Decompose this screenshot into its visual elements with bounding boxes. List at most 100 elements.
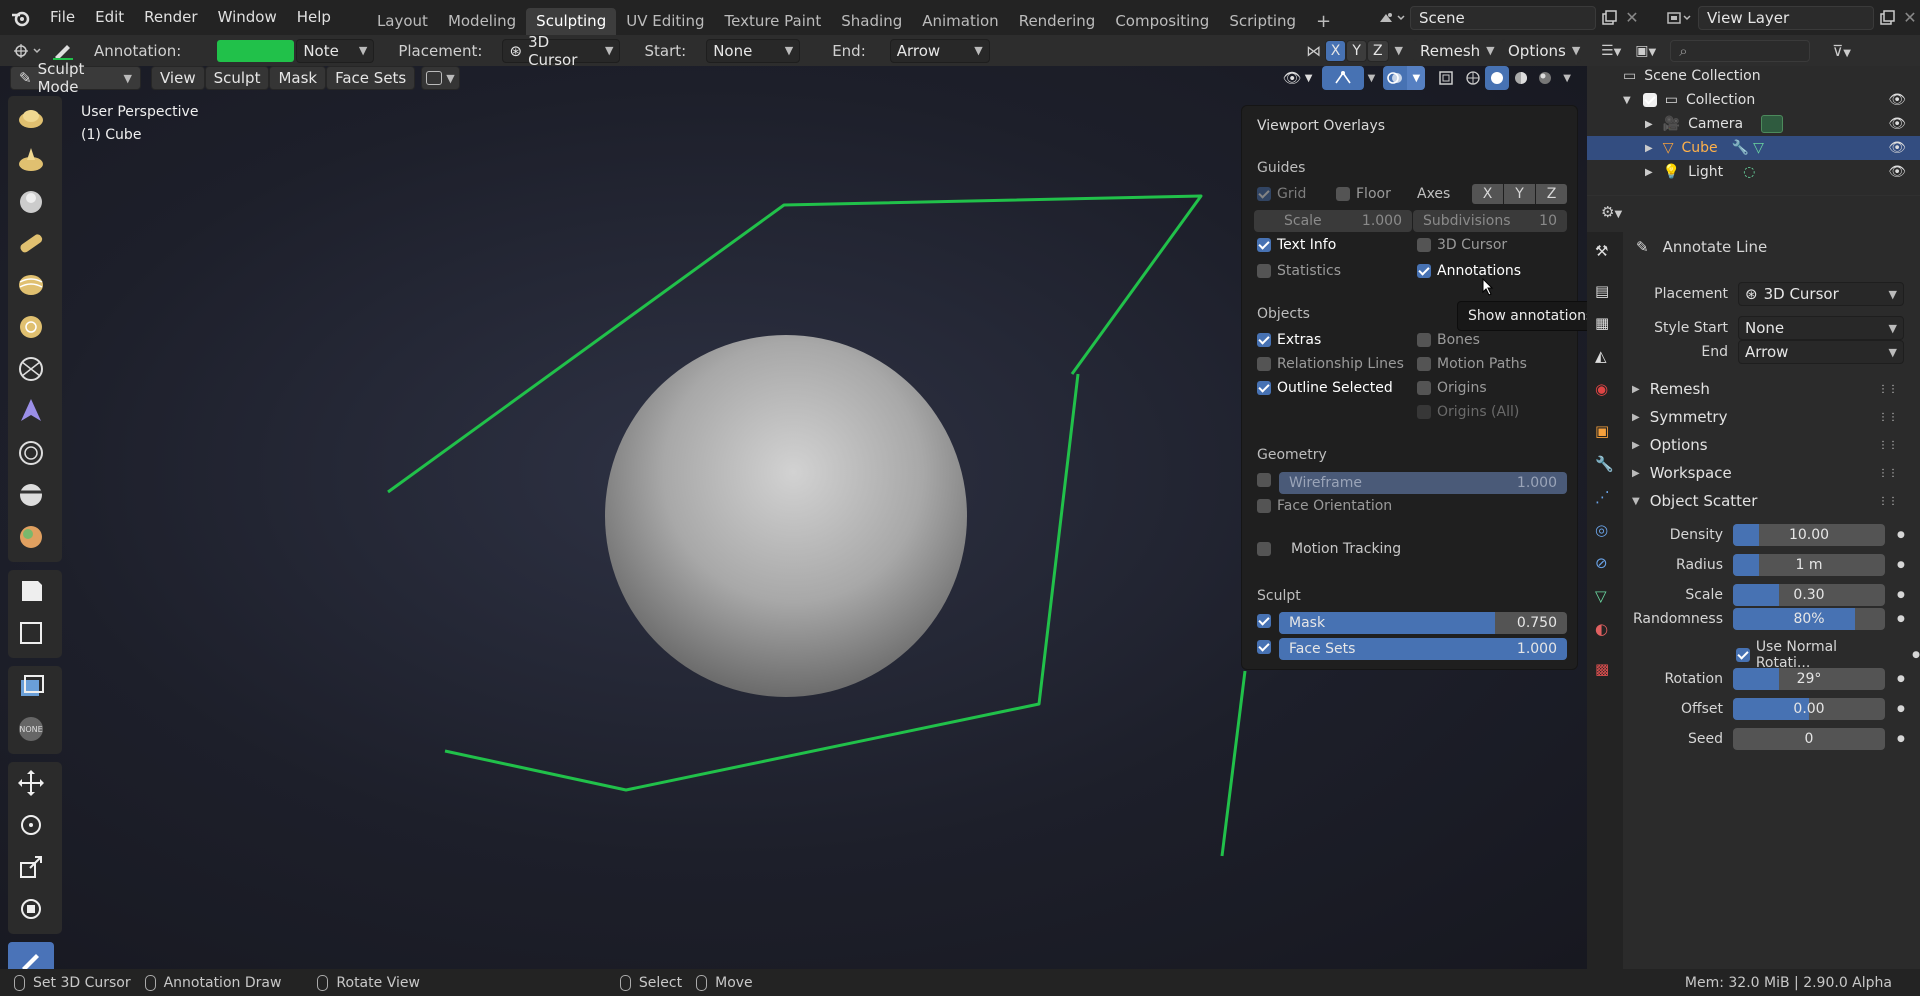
visibility-icon[interactable]: 👁 ▼ (1278, 66, 1318, 90)
offset-keyframe-dot[interactable]: ● (1897, 704, 1905, 714)
axis-z-toggle[interactable]: Z (1366, 39, 1389, 62)
annotations-option[interactable]: Annotations (1417, 263, 1521, 279)
smooth-brush-icon[interactable] (8, 434, 54, 472)
outline-selected-checkbox[interactable] (1257, 381, 1271, 395)
radius-slider[interactable]: 1 m (1733, 554, 1885, 576)
inflate-brush-icon[interactable] (8, 308, 54, 346)
axis-x-toggle[interactable]: X (1324, 39, 1347, 62)
transform-tool-icon[interactable] (8, 890, 54, 928)
shading-chevron-icon[interactable]: ▼ (1563, 73, 1571, 84)
solid-shading-icon[interactable] (1485, 66, 1510, 90)
texture-tab-icon[interactable]: ▩ (1595, 660, 1609, 678)
use-normal-rotation-row[interactable]: Use Normal Rotati... ● (1736, 639, 1920, 671)
outliner-search-input[interactable]: ⌕ (1670, 39, 1811, 62)
scene-tab-icon[interactable]: ◭ (1595, 347, 1607, 365)
motion-tracking-checkbox[interactable] (1257, 542, 1271, 556)
tab-animation[interactable]: Animation (912, 8, 1008, 35)
extras-option[interactable]: Extras (1257, 332, 1321, 348)
physics-tab-icon[interactable]: ◎ (1595, 521, 1608, 539)
bones-checkbox[interactable] (1417, 333, 1431, 347)
face-sets-option[interactable] (1257, 640, 1271, 654)
modifier-tab-icon[interactable]: 🔧 (1595, 455, 1614, 473)
origins-all-checkbox[interactable] (1417, 405, 1431, 419)
grid-scale-field[interactable]: Scale 1.000 (1254, 210, 1412, 232)
mask-opacity-slider[interactable]: Mask 0.750 (1279, 612, 1567, 634)
outline-selected-option[interactable]: Outline Selected (1257, 380, 1393, 396)
tab-layout[interactable]: Layout (367, 8, 438, 35)
menu-view[interactable]: View (151, 66, 205, 90)
wireframe-checkbox[interactable] (1257, 473, 1271, 487)
use-normal-rotation-checkbox[interactable] (1736, 648, 1750, 662)
collection-checkbox[interactable] (1642, 93, 1657, 107)
render-tab-icon[interactable]: ▤ (1595, 282, 1609, 300)
scrape-brush-icon[interactable] (8, 518, 54, 556)
data-tab-icon[interactable]: ▽ (1595, 587, 1607, 605)
radius-keyframe-dot[interactable]: ● (1897, 560, 1905, 570)
props-end-dropdown[interactable]: Arrow ▼ (1738, 340, 1904, 364)
motion-paths-option[interactable]: Motion Paths (1417, 356, 1527, 372)
mask-option[interactable] (1257, 614, 1271, 628)
outliner-row-camera[interactable]: ▶ 🎥 Camera 👁 (1587, 112, 1920, 136)
seed-field[interactable]: 0 (1733, 728, 1885, 750)
options-dropdown[interactable]: Options ▼ (1501, 38, 1581, 63)
symmetry-drag-handle[interactable]: ⋮⋮ (1878, 412, 1898, 423)
placement-dropdown[interactable]: ⊛ 3D Cursor ▼ (502, 33, 621, 69)
material-tab-icon[interactable]: ◐ (1595, 620, 1608, 638)
use-normal-rotation-keyframe-dot[interactable]: ● (1912, 650, 1920, 660)
density-keyframe-dot[interactable]: ● (1897, 530, 1905, 540)
menu-render[interactable]: Render (134, 0, 207, 35)
rotation-keyframe-dot[interactable]: ● (1897, 674, 1905, 684)
gizmo-chevron-icon[interactable]: ▼ (1368, 73, 1376, 84)
menu-edit[interactable]: Edit (85, 0, 134, 35)
none-brush-icon[interactable]: NONE (8, 710, 54, 748)
tool-tab-icon[interactable]: ⚒ (1595, 242, 1608, 260)
draw-brush-icon[interactable] (8, 98, 54, 136)
relationship-lines-option[interactable]: Relationship Lines (1257, 356, 1404, 372)
menu-face-sets[interactable]: Face Sets (326, 66, 416, 90)
scene-selector-icon[interactable] (1374, 6, 1410, 30)
grid-option[interactable]: Grid (1257, 186, 1306, 202)
overlays-chevron-icon[interactable]: ▼ (1407, 66, 1426, 90)
face-orientation-checkbox[interactable] (1257, 499, 1271, 513)
object-scatter-drag-handle[interactable]: ⋮⋮ (1878, 496, 1898, 507)
rotate-tool-icon[interactable] (8, 806, 54, 844)
mask-checkbox[interactable] (1257, 614, 1271, 628)
origins-all-option[interactable]: Origins (All) (1417, 404, 1519, 420)
overlay-axis-y-toggle[interactable]: Y (1504, 184, 1535, 204)
tab-sculpting[interactable]: Sculpting (526, 8, 617, 35)
outliner-editor-icon[interactable]: ☰▼ (1601, 43, 1621, 59)
axis-options-chevron-icon[interactable]: ▼ (1395, 44, 1403, 57)
panel-workspace[interactable]: ▶ Workspace ⋮⋮ (1632, 460, 1912, 486)
text-info-checkbox[interactable] (1257, 238, 1271, 252)
display-mode-icon[interactable]: ▣▼ (1635, 43, 1656, 59)
tab-texture-paint[interactable]: Texture Paint (714, 8, 831, 35)
blender-logo-icon[interactable] (10, 7, 32, 29)
start-dropdown[interactable]: None ▼ (706, 38, 801, 63)
text-info-option[interactable]: Text Info (1257, 237, 1336, 253)
camera-eye-icon[interactable]: 👁 (1888, 116, 1906, 132)
props-placement-dropdown[interactable]: ⊛ 3D Cursor ▼ (1738, 282, 1904, 306)
bones-option[interactable]: Bones (1417, 332, 1480, 348)
camera-expand-icon[interactable]: ▶ (1645, 119, 1653, 130)
props-style-start-dropdown[interactable]: None ▼ (1738, 316, 1904, 340)
new-view-layer-icon[interactable] (1874, 6, 1900, 30)
motion-tracking-option[interactable]: Motion Tracking (1257, 541, 1401, 557)
flatten-brush-icon[interactable] (8, 476, 54, 514)
xray-icon[interactable] (1431, 66, 1461, 90)
wireframe-shading-icon[interactable] (1461, 66, 1485, 90)
face-set-draw-icon[interactable] (8, 668, 54, 706)
tab-rendering[interactable]: Rendering (1009, 8, 1106, 35)
grid-subdivisions-field[interactable]: Subdivisions 10 (1413, 210, 1567, 232)
end-dropdown[interactable]: Arrow ▼ (889, 38, 990, 63)
falloff-curve-dropdown[interactable]: ▼ (421, 66, 460, 90)
annotation-color-swatch[interactable] (217, 39, 295, 62)
outliner-row-collection[interactable]: ▼ ▭ Collection 👁 (1587, 88, 1920, 112)
collection-expand-icon[interactable]: ▼ (1623, 95, 1631, 106)
face-sets-checkbox[interactable] (1257, 640, 1271, 654)
outliner-row-light[interactable]: ▶ 💡 Light ◌ 👁 (1587, 160, 1920, 184)
clay-strips-brush-icon[interactable] (8, 224, 54, 262)
menu-file[interactable]: File (40, 0, 85, 35)
material-shading-icon[interactable] (1509, 66, 1533, 90)
workspace-drag-handle[interactable]: ⋮⋮ (1878, 468, 1898, 479)
randomness-keyframe-dot[interactable]: ● (1897, 614, 1905, 624)
